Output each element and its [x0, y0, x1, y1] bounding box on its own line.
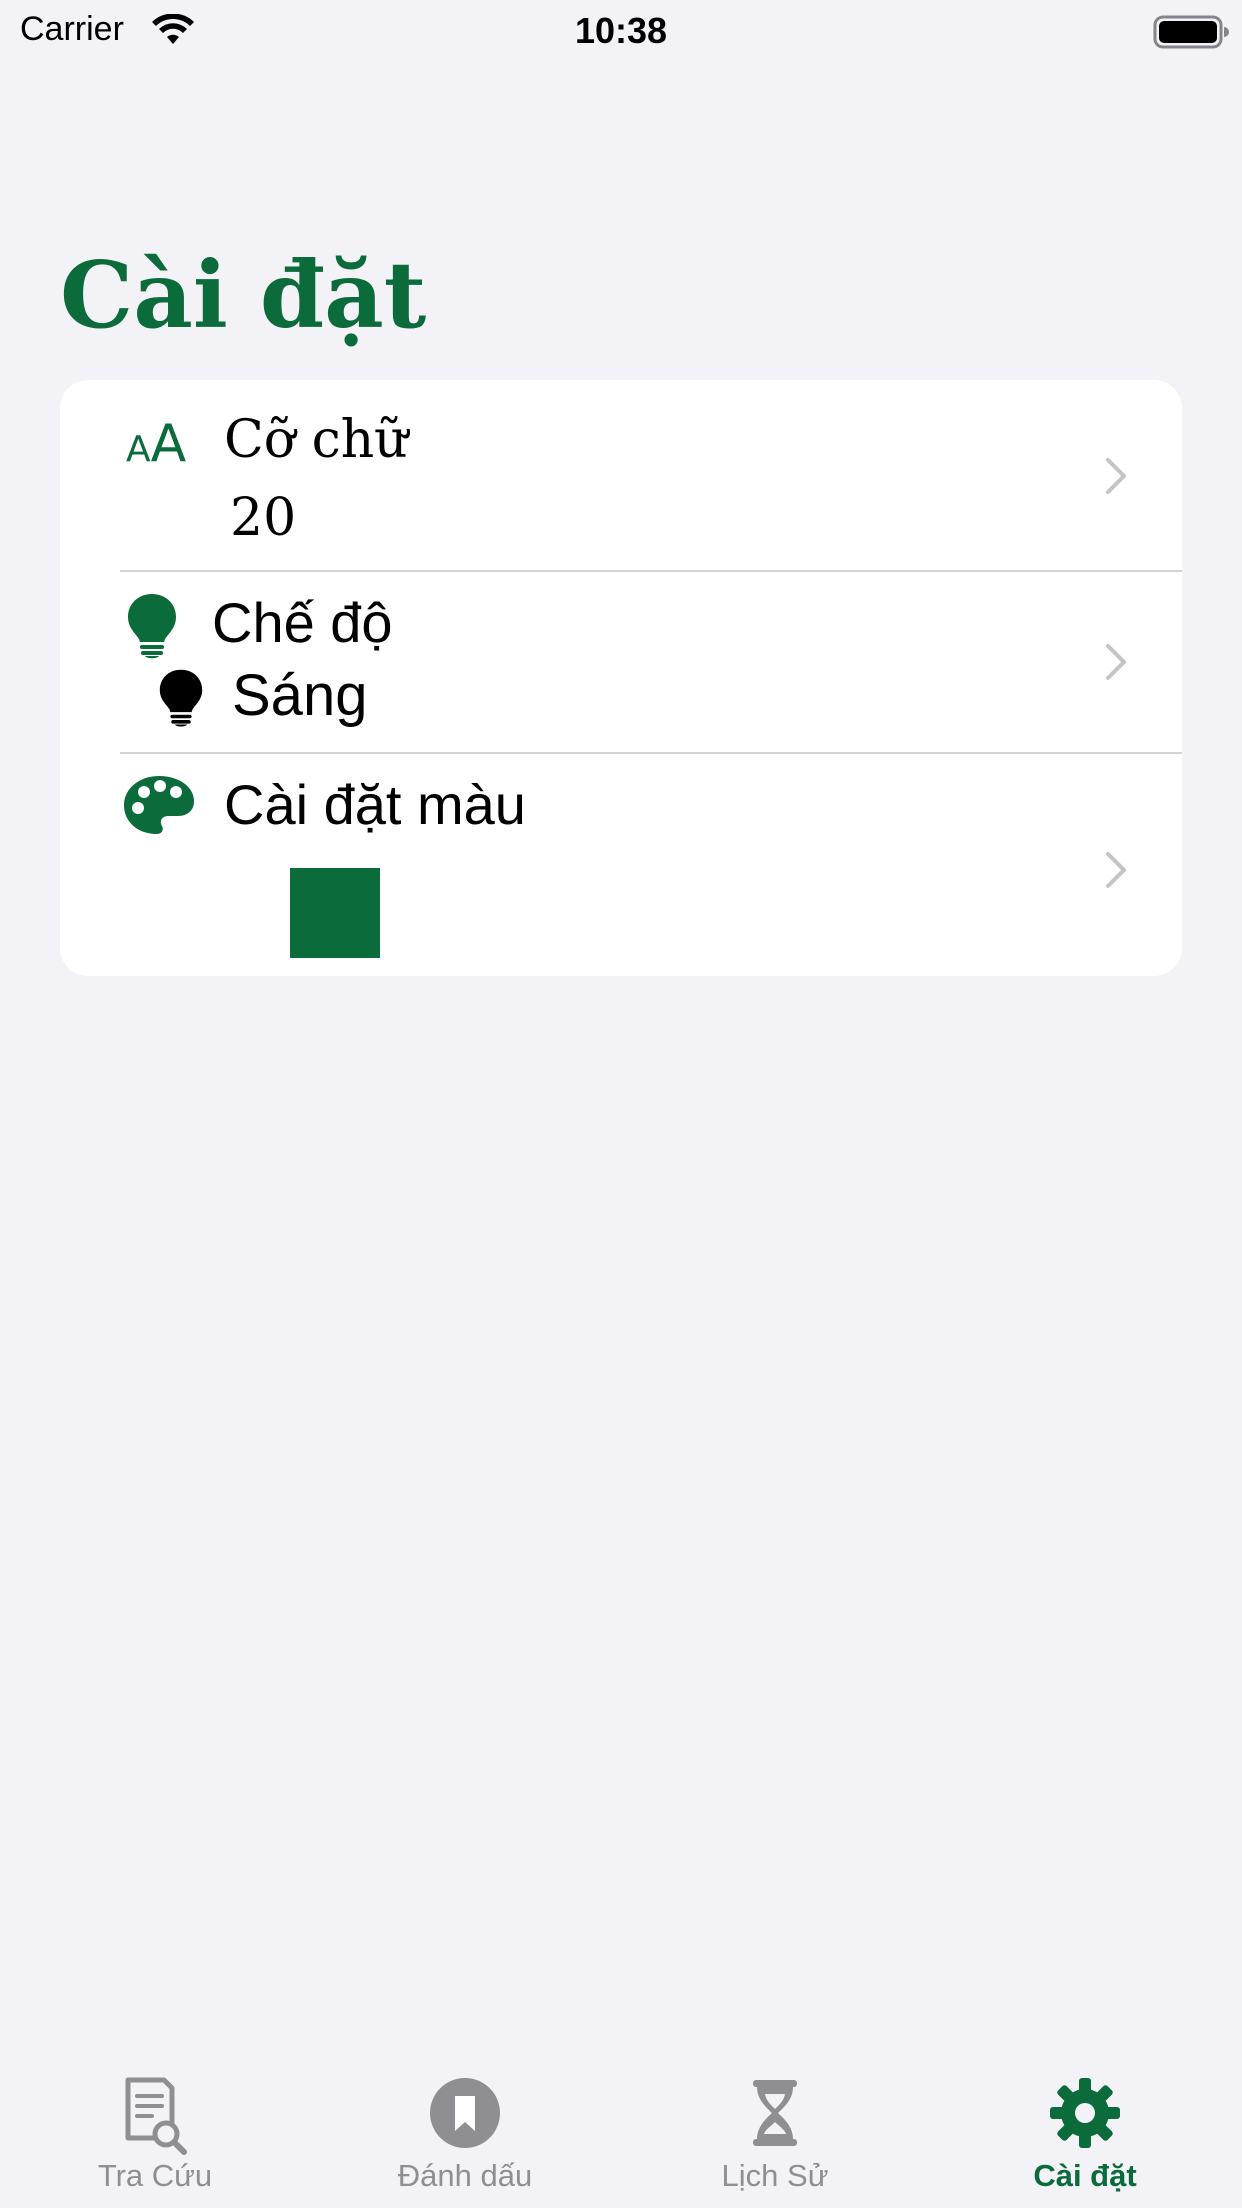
bookmark-icon — [430, 2078, 500, 2148]
tab-label: Cài đặt — [1033, 2158, 1137, 2193]
font-size-label: Cỡ chữ — [224, 410, 408, 470]
tab-bar: Tra Cứu Đánh dấu Lịch Sử Cài đặt — [0, 2056, 1242, 2208]
mode-value: Sáng — [232, 663, 368, 728]
status-time: 10:38 — [574, 10, 668, 51]
color-settings-label: Cài đặt màu — [224, 773, 526, 836]
tab-lich-su[interactable]: Lịch Sử — [620, 2056, 930, 2208]
tab-label: Lịch Sử — [721, 2158, 829, 2193]
gear-icon — [1050, 2078, 1120, 2148]
mode-row[interactable]: Chế độ Sáng — [60, 572, 1182, 754]
color-swatch — [290, 868, 380, 958]
lightbulb-icon — [159, 669, 203, 727]
tab-label: Tra Cứu — [97, 2158, 213, 2193]
lightbulb-icon — [128, 594, 176, 659]
tab-label: Đánh dấu — [397, 2158, 533, 2193]
document-search-icon — [125, 2077, 187, 2155]
tab-tra-cuu[interactable]: Tra Cứu — [0, 2056, 310, 2208]
chevron-right-icon — [1106, 458, 1126, 494]
settings-list: AA Cỡ chữ 20 Chế độ Sáng Cài đặt màu — [60, 380, 1182, 976]
page-title: Cài đặt — [60, 241, 427, 349]
hourglass-icon — [753, 2080, 797, 2146]
palette-icon — [124, 776, 194, 834]
tab-cai-dat[interactable]: Cài đặt — [930, 2056, 1240, 2208]
battery-full-icon — [1153, 15, 1229, 49]
font-size-icon: AA — [126, 414, 187, 474]
font-size-value: 20 — [230, 488, 297, 548]
chevron-right-icon — [1106, 852, 1126, 888]
tab-danh-dau[interactable]: Đánh dấu — [310, 2056, 620, 2208]
font-size-row[interactable]: AA Cỡ chữ 20 — [60, 380, 1182, 572]
mode-label: Chế độ — [212, 591, 393, 654]
status-bar: Carrier 10:38 — [0, 0, 1242, 62]
color-settings-row[interactable]: Cài đặt màu — [60, 754, 1182, 976]
chevron-right-icon — [1106, 644, 1126, 680]
